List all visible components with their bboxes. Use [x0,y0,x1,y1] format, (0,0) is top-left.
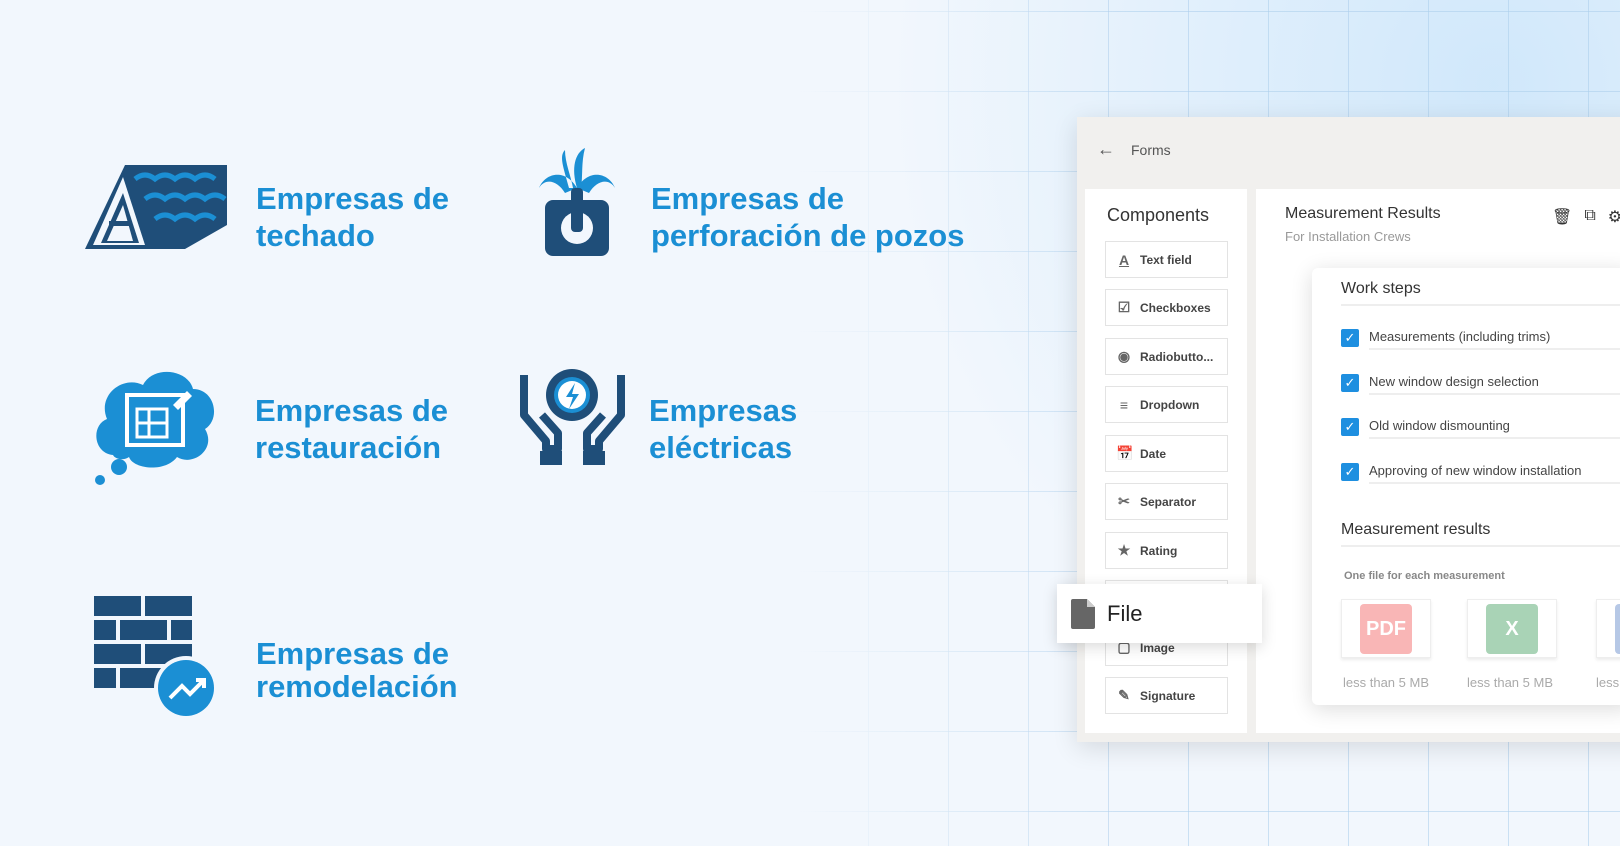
step-checkbox[interactable]: ✓ Old window dismounting [1341,414,1620,439]
checked-icon: ✓ [1341,373,1359,392]
feature-roofing: Empresas de techado [256,180,449,254]
excel-icon: X [1486,603,1538,654]
feature-title-line2: restauración [255,430,442,465]
component-label: Text field [1140,252,1192,267]
feature-title-line2: techado [256,218,375,253]
feature-restoration: Empresas de restauración [255,392,448,466]
step-label: Approving of new window installation [1369,459,1620,484]
text-field-icon: A [1118,251,1130,268]
step-checkbox[interactable]: ✓ Approving of new window installation [1341,459,1620,484]
file-type-icon [1615,603,1620,654]
file-size-label: less than 5 MB [1467,675,1553,690]
copy-icon[interactable]: ⧉ [1584,207,1595,227]
results-hint: One file for each measurement [1344,570,1505,582]
components-title: Components [1107,205,1210,225]
pdf-icon: PDF [1360,603,1412,654]
file-upload-excel[interactable]: X [1467,599,1557,658]
checked-icon: ✓ [1341,328,1359,347]
file-icon [1071,598,1095,629]
component-signature[interactable]: ✎ Signature [1105,677,1228,714]
calendar-icon: 📅 [1116,445,1134,461]
feature-title-line2: eléctricas [649,430,793,465]
feature-title-line1: Empresas de [255,393,448,428]
checked-icon: ✓ [1341,417,1359,436]
component-label: Rating [1140,543,1178,558]
roof-icon [85,165,227,249]
blueprint-cloud-icon [95,371,215,485]
component-text-field[interactable]: A Text field [1105,241,1228,278]
star-icon: ★ [1117,542,1131,558]
step-label: Old window dismounting [1369,414,1620,439]
step-label: New window design selection [1369,370,1620,395]
file-size-label: less [1596,675,1620,690]
step-label: Measurements (including trims) [1369,325,1620,350]
measurement-results-title: Measurement results [1341,521,1620,547]
back-arrow-icon[interactable]: ← [1097,139,1115,160]
feature-title-line1: Empresas [649,393,798,428]
component-rating[interactable]: ★ Rating [1105,532,1228,569]
delete-icon[interactable]: 🗑 [1552,207,1572,227]
file-upload-other[interactable] [1596,599,1620,658]
component-label: Separator [1140,494,1197,509]
radio-icon: ◉ [1117,348,1131,364]
form-actions: 🗑 ⧉ ⚙ [1552,207,1620,227]
component-radiobutton[interactable]: ◉ Radiobutto... [1105,338,1228,375]
step-checkbox[interactable]: ✓ New window design selection [1341,370,1620,395]
step-checkbox[interactable]: ✓ Measurements (including trims) [1341,325,1620,350]
component-label: Signature [1140,688,1196,703]
feature-remodeling: Empresas de remodelación [256,637,458,703]
brick-wall-growth-icon [94,596,218,720]
back-label[interactable]: Forms [1131,142,1171,158]
component-separator[interactable]: ✂ Separator [1105,483,1228,520]
scissors-icon: ✂ [1118,493,1130,509]
form-title: Measurement Results [1285,205,1441,222]
dragged-file-component[interactable]: File [1057,584,1262,643]
checkbox-icon: ☑ [1117,299,1131,315]
component-date[interactable]: 📅 Date [1105,435,1228,472]
work-steps-title: Work steps [1341,280,1620,306]
feature-title-line2: remodelación [256,669,458,704]
component-label: Date [1140,446,1167,461]
feature-electrical: Empresas eléctricas [649,392,797,466]
feature-title-line1: Empresas de [256,181,449,216]
well-drilling-icon [539,148,615,256]
form-preview-card: Work steps ✓ Measurements (including trim… [1312,268,1620,705]
dropdown-icon: ≡ [1119,396,1129,413]
pencil-icon: ✎ [1118,687,1130,703]
form-subtitle: For Installation Crews [1285,229,1411,244]
component-label: Checkboxes [1140,300,1211,315]
feature-title-line1: Empresas de [256,636,449,671]
checked-icon: ✓ [1341,462,1359,481]
feature-well-drilling: Empresas de perforación de pozos [651,180,964,254]
header: ← Forms [1097,139,1171,160]
gear-icon[interactable]: ⚙ [1608,207,1620,227]
components-panel: Components A Text field ☑ Checkboxes ◉ Radi… [1085,189,1247,733]
component-label: Radiobutto... [1140,349,1214,364]
component-dropdown[interactable]: ≡ Dropdown [1105,386,1228,423]
component-label: Dropdown [1140,397,1200,412]
file-upload-pdf[interactable]: PDF [1341,599,1431,658]
file-size-label: less than 5 MB [1343,675,1429,690]
hands-gear-bolt-icon [520,369,625,465]
file-label: File [1107,600,1143,626]
feature-title-line2: perforación de pozos [651,218,965,253]
component-checkboxes[interactable]: ☑ Checkboxes [1105,289,1228,326]
feature-title-line1: Empresas de [651,181,844,216]
